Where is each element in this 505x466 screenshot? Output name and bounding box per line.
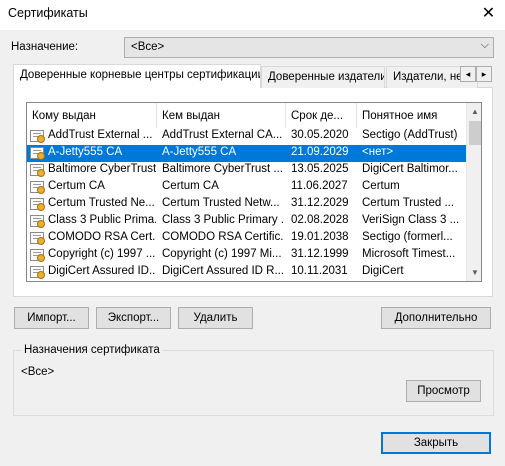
certificate-purposes-value: <Все> <box>21 366 55 378</box>
column-header-issued-to[interactable]: Кому выдан <box>27 103 157 128</box>
cell-expiration: 21.09.2029 <box>291 146 349 158</box>
list-item[interactable]: Class 3 Public Prima... Class 3 Public Pr… <box>27 213 467 230</box>
cell-issued-by: Certum Trusted Netw... <box>162 197 280 209</box>
cell-expiration: 31.12.1999 <box>291 248 349 260</box>
cell-friendly-name: Certum Trusted ... <box>362 197 455 209</box>
list-item[interactable]: COMODO RSA Cert... COMODO RSA Certific...… <box>27 230 467 247</box>
certificate-icon <box>30 164 45 177</box>
cell-expiration: 02.08.2028 <box>291 214 349 226</box>
certificate-icon <box>30 147 45 160</box>
cell-expiration: 30.05.2020 <box>291 129 349 141</box>
tab-trusted-root-ca[interactable]: Доверенные корневые центры сертификации <box>13 64 261 88</box>
cell-issued-to: AddTrust External ... <box>48 129 153 141</box>
certificate-icon <box>30 215 45 228</box>
certificate-icon <box>30 266 45 279</box>
cell-expiration: 11.06.2027 <box>291 180 348 192</box>
cell-issued-by: COMODO RSA Certific... <box>162 231 284 243</box>
list-item[interactable]: AddTrust External ... AddTrust External C… <box>27 128 467 145</box>
list-item[interactable]: Certum Trusted Ne... Certum Trusted Netw.… <box>27 196 467 213</box>
view-button[interactable]: Просмотр <box>406 380 481 402</box>
certificate-icon <box>30 181 45 194</box>
cell-expiration: 19.01.2038 <box>291 231 349 243</box>
cell-issued-by: Class 3 Public Primary ... <box>162 214 284 226</box>
vertical-scrollbar[interactable]: ▲ ▼ <box>466 103 481 281</box>
window-title: Сертификаты <box>8 6 88 20</box>
cell-friendly-name: DigiCert Baltimor... <box>362 163 458 175</box>
cell-issued-by: Certum CA <box>162 180 219 192</box>
cell-issued-by: Baltimore CyberTrust ... <box>162 163 283 175</box>
cell-issued-to: DigiCert Assured ID... <box>48 265 156 277</box>
list-item[interactable]: A-Jetty555 CA A-Jetty555 CA 21.09.2029 <нет… <box>27 145 467 162</box>
cell-friendly-name: Certum <box>362 180 400 192</box>
cell-issued-to: Class 3 Public Prima... <box>48 214 156 226</box>
cell-friendly-name: DigiCert <box>362 265 404 277</box>
import-button[interactable]: Импорт... <box>14 307 89 329</box>
column-header-friendly-name[interactable]: Понятное имя <box>357 103 466 128</box>
cell-issued-by: A-Jetty555 CA <box>162 146 237 158</box>
scrollbar-thumb[interactable] <box>469 121 481 145</box>
cell-issued-by: DigiCert Assured ID R... <box>162 265 284 277</box>
cell-friendly-name: <нет> <box>362 146 394 158</box>
delete-button[interactable]: Удалить <box>178 307 253 329</box>
tab-trusted-publishers[interactable]: Доверенные издатели <box>261 66 385 88</box>
export-button[interactable]: Экспорт... <box>96 307 171 329</box>
tab-scroll-right-icon[interactable]: ▸ <box>476 66 492 82</box>
cell-issued-by: AddTrust External CA... <box>162 129 283 141</box>
purpose-dropdown[interactable]: <Все> ⌵ <box>124 37 494 58</box>
purpose-label: Назначение: <box>11 41 79 53</box>
close-button[interactable]: Закрыть <box>381 432 491 454</box>
list-item[interactable]: DigiCert Assured ID... DigiCert Assured I… <box>27 264 467 281</box>
certificate-list[interactable]: Кому выдан Кем выдан Срок де... Понятное… <box>26 102 482 282</box>
cell-issued-to: Baltimore CyberTrust... <box>48 163 156 175</box>
cell-issued-to: Copyright (c) 1997 ... <box>48 248 156 260</box>
cell-expiration: 13.05.2025 <box>291 163 349 175</box>
list-item[interactable]: Certum CA Certum CA 11.06.2027 Certum <box>27 179 467 196</box>
cell-friendly-name: Sectigo (formerl... <box>362 231 453 243</box>
certificate-icon <box>30 198 45 211</box>
chevron-down-icon: ⌵ <box>480 39 489 51</box>
list-item[interactable]: Copyright (c) 1997 ... Copyright (c) 1997… <box>27 247 467 264</box>
cell-issued-to: Certum Trusted Ne... <box>48 197 155 209</box>
advanced-button[interactable]: Дополнительно <box>381 307 491 329</box>
cell-expiration: 31.12.2029 <box>291 197 349 209</box>
certificate-icon <box>30 130 45 143</box>
cell-friendly-name: Microsoft Timest... <box>362 248 456 260</box>
cell-issued-to: A-Jetty555 CA <box>48 146 123 158</box>
scroll-up-icon[interactable]: ▲ <box>467 103 481 120</box>
cell-issued-to: Certum CA <box>48 180 105 192</box>
scroll-down-icon[interactable]: ▼ <box>467 264 481 281</box>
certificate-icon <box>30 249 45 262</box>
tab-scroll-left-icon[interactable]: ◂ <box>460 66 476 82</box>
column-header-issued-by[interactable]: Кем выдан <box>157 103 286 128</box>
cell-issued-by: Copyright (c) 1997 Mi... <box>162 248 282 260</box>
cell-issued-to: COMODO RSA Cert... <box>48 231 156 243</box>
cell-friendly-name: VeriSign Class 3 ... <box>362 214 460 226</box>
close-icon[interactable]: ✕ <box>472 0 505 30</box>
list-item[interactable]: Baltimore CyberTrust... Baltimore CyberTr… <box>27 162 467 179</box>
purpose-selected-value: <Все> <box>131 41 165 53</box>
cell-expiration: 10.11.2031 <box>291 265 348 277</box>
certificate-purposes-label: Назначения сертификата <box>21 344 163 356</box>
column-header-expiration[interactable]: Срок де... <box>286 103 357 128</box>
certificate-icon <box>30 232 45 245</box>
cell-friendly-name: Sectigo (AddTrust) <box>362 129 458 141</box>
